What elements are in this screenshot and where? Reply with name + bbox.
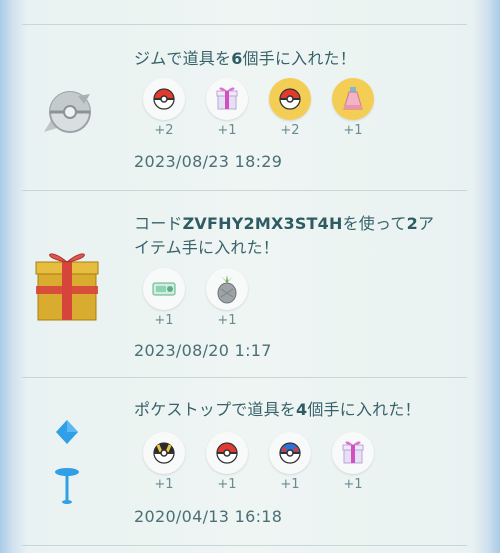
item-count: +1: [280, 477, 300, 492]
divider: [22, 24, 467, 25]
divider: [22, 377, 467, 378]
item-poke-ball[interactable]: +1: [205, 432, 249, 492]
item-count: +1: [154, 313, 174, 328]
item-raid-pass[interactable]: +1: [142, 268, 186, 328]
item-count: +1: [217, 123, 237, 138]
divider: [22, 190, 467, 191]
item-count: +1: [217, 313, 237, 328]
pinap-berry-icon: [217, 275, 237, 304]
item-poke-ball[interactable]: +2: [268, 78, 312, 138]
ultra-ball-icon: [153, 442, 175, 464]
gift-box-icon: [34, 246, 100, 321]
item-count: +2: [280, 123, 300, 138]
title-text: を使って: [342, 214, 407, 233]
item-ultra-ball[interactable]: +1: [142, 432, 186, 492]
item-count: +1: [343, 123, 363, 138]
pokestop-icon: [34, 418, 100, 504]
raid-pass-icon: [152, 282, 176, 296]
entry-title: コードZVFHY2MX3ST4Hを使って2ア イテム手に入れた！: [134, 212, 454, 260]
entry-date: 2023/08/20 1:17: [134, 341, 272, 360]
item-count: +2: [154, 123, 174, 138]
entry-title: ポケストップで道具を4個手に入れた！: [134, 398, 454, 422]
title-count: 2: [406, 214, 418, 233]
title-count: 6: [231, 49, 243, 68]
title-text: 個手に入れた！: [307, 400, 421, 419]
gift-icon: [342, 440, 364, 464]
divider: [22, 545, 467, 546]
item-potion[interactable]: +1: [331, 78, 375, 138]
item-list: +1 +1: [142, 268, 249, 328]
item-count: +1: [154, 477, 174, 492]
great-ball-icon: [279, 442, 301, 464]
title-text: ポケストップで道具を: [134, 400, 297, 419]
title-count: 4: [296, 400, 308, 419]
title-text: 個手に入れた！: [242, 49, 356, 68]
poke-ball-icon: [153, 88, 175, 110]
entry-date: 2020/04/13 16:18: [134, 507, 283, 526]
title-text: ジムで道具を: [134, 49, 232, 68]
entry-title: ジムで道具を6個手に入れた！: [134, 47, 454, 71]
item-gift[interactable]: +1: [331, 432, 375, 492]
poke-ball-icon: [279, 88, 301, 110]
entry-date: 2023/08/23 18:29: [134, 152, 283, 171]
item-pinap-berry[interactable]: +1: [205, 268, 249, 328]
gift-icon: [216, 86, 238, 110]
title-text: コード: [134, 214, 183, 233]
potion-icon: [343, 87, 363, 110]
item-gift[interactable]: +1: [205, 78, 249, 138]
poke-ball-icon: [216, 442, 238, 464]
gym-icon: [34, 82, 100, 152]
item-poke-ball[interactable]: +2: [142, 78, 186, 138]
title-text: ア: [417, 214, 435, 233]
item-list: +1 +1 +1 +1: [142, 432, 375, 492]
title-text: イテム手に入れた！: [134, 238, 280, 257]
item-count: +1: [343, 477, 363, 492]
promo-code: ZVFHY2MX3ST4H: [182, 214, 343, 233]
item-count: +1: [217, 477, 237, 492]
item-list: +2 +1 +2 +1: [142, 78, 375, 138]
item-great-ball[interactable]: +1: [268, 432, 312, 492]
